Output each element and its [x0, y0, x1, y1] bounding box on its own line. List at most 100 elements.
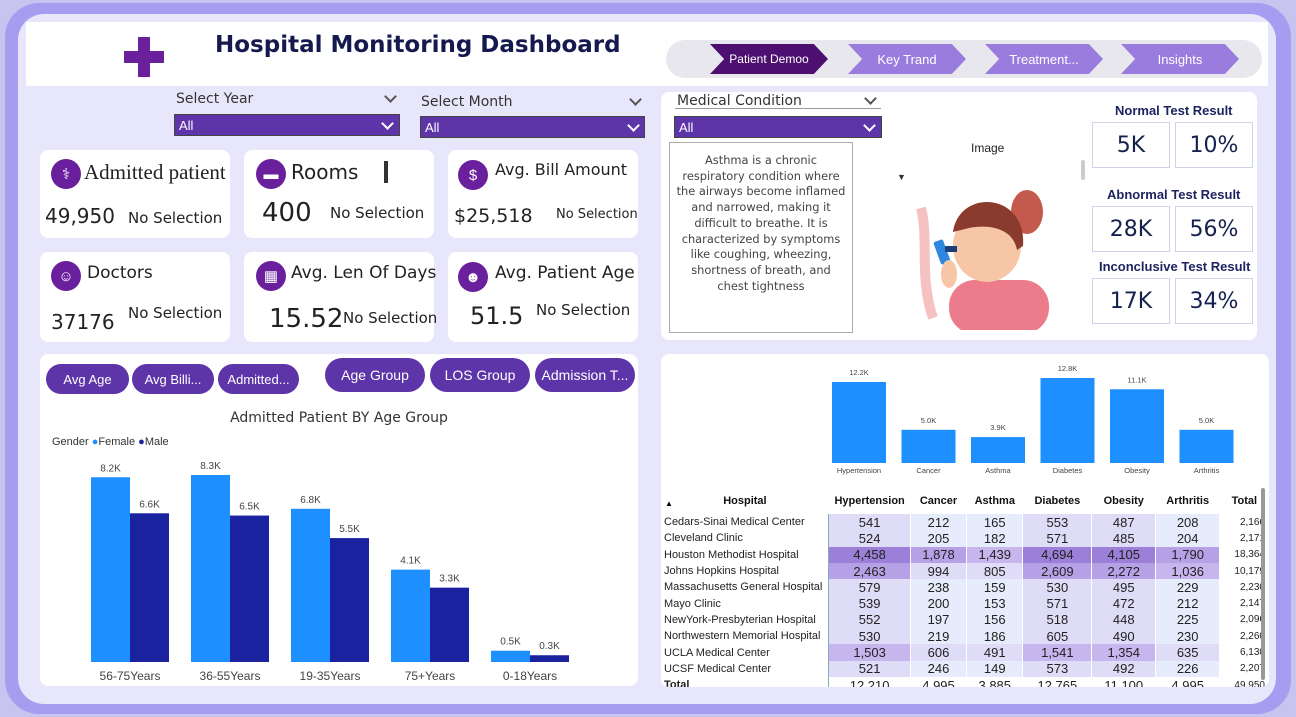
hospital-name: UCSF Medical Center	[661, 660, 830, 677]
hospital-matrix: ▲ Hospital Hypertension Cancer Asthma Diabet…	[661, 488, 1269, 687]
hospital-table: Hospital Hypertension Cancer Asthma Diabetes…	[661, 488, 1269, 687]
bar-male	[230, 515, 269, 662]
x-tick-label: Arthritis	[1194, 466, 1220, 475]
cell-value: 225	[1155, 611, 1221, 629]
cell-value: 229	[1155, 579, 1221, 596]
nav-insights[interactable]: Insights	[1121, 44, 1239, 74]
calendar-icon: ▦	[256, 261, 286, 291]
kpi-value: $25,518	[454, 205, 533, 227]
nav-treatment[interactable]: Treatment...	[985, 44, 1103, 74]
data-label: 3.9K	[990, 423, 1005, 432]
cell-value: 182	[966, 530, 1024, 547]
kpi-los-card: ▦ Avg. Len Of Days 15.52 No Selection	[244, 252, 437, 342]
table-row: Mayo Clinic 539 200 153 571 472 212 2,147	[661, 595, 1269, 612]
cell-value: 4,105	[1091, 546, 1157, 563]
cell-value: 200	[910, 595, 968, 612]
cell-value: 165	[966, 514, 1024, 531]
cell-value: 606	[910, 644, 968, 661]
month-filter-select[interactable]: All	[420, 116, 645, 138]
hospital-name: Total	[661, 676, 830, 687]
year-filter-select[interactable]: All	[174, 114, 400, 136]
cell-value: 186	[966, 628, 1024, 645]
x-tick-label: 0-18Years	[503, 669, 557, 683]
pill-admission-type[interactable]: Admission T...	[535, 358, 635, 392]
condition-filter-value: All	[679, 120, 694, 135]
bar	[1110, 389, 1164, 463]
table-total-row: Total 12,210 4,995 3,885 12,765 11,100 4,995 49…	[661, 676, 1269, 687]
cell-value: 579	[828, 579, 911, 596]
condition-filter-select[interactable]: All	[674, 116, 882, 138]
cell-value: 2,609	[1022, 562, 1093, 580]
caret-down-icon[interactable]: ▼	[897, 172, 906, 182]
chevron-down-icon[interactable]	[864, 92, 877, 105]
x-tick-label: 19-35Years	[300, 669, 361, 683]
column-header[interactable]: Diabetes	[1023, 488, 1092, 514]
condition-filter-label: Medical Condition	[677, 93, 802, 109]
cell-value: 212	[910, 514, 968, 531]
kpi-value: 49,950	[45, 204, 115, 228]
test-percent: 10%	[1175, 122, 1253, 168]
cell-value: 3,885	[966, 676, 1024, 687]
nav-key-trend[interactable]: Key Trand	[848, 44, 966, 74]
data-label: 5.0K	[1199, 416, 1214, 425]
cell-value: 4,995	[1155, 676, 1221, 687]
data-label: 11.1K	[1127, 375, 1146, 384]
kpi-rooms-card: ▬ Rooms 400 No Selection	[244, 150, 434, 238]
pill-avg-billing[interactable]: Avg Billi...	[132, 364, 214, 394]
chart-title: Admitted Patient BY Age Group	[230, 410, 448, 426]
condition-bar-chart: 12.2K Hypertension 5.0K Cancer 3.9K Asthma 12.…	[832, 364, 1234, 475]
cell-value: 208	[1155, 514, 1221, 531]
age-group-chart-card: Avg Age Avg Billi... Admitted... Age Gro…	[40, 354, 638, 686]
column-header[interactable]: Cancer	[910, 488, 966, 514]
cell-value: 490	[1091, 628, 1157, 645]
sort-arrow-icon[interactable]: ▲	[665, 499, 673, 508]
bar	[1179, 429, 1234, 463]
data-label: 12.8K	[1058, 364, 1078, 373]
scrollbar[interactable]	[1081, 160, 1085, 180]
data-label: 3.3K	[439, 574, 460, 585]
hospital-name: Mayo Clinic	[661, 595, 830, 612]
column-header[interactable]: Obesity	[1092, 488, 1156, 514]
bar	[1040, 378, 1095, 463]
table-row: UCSF Medical Center 521 246 149 573 492 226 2,2…	[661, 660, 1269, 677]
column-header[interactable]: Hypertension	[829, 488, 911, 514]
cell-value: 1,541	[1022, 644, 1093, 661]
data-label: 8.3K	[200, 461, 221, 472]
chevron-down-icon[interactable]	[384, 90, 397, 103]
x-tick-label: 75+Years	[405, 669, 456, 683]
divider	[675, 108, 881, 109]
kpi-value: 37176	[51, 310, 115, 334]
data-label: 5.5K	[339, 524, 360, 535]
nav-patient-demo[interactable]: Patient Demoo	[710, 44, 828, 74]
pill-los-group[interactable]: LOS Group	[430, 358, 530, 392]
data-label: 8.2K	[100, 463, 121, 474]
bar	[971, 437, 1025, 463]
x-tick-label: 56-75Years	[100, 669, 161, 683]
pill-admitted[interactable]: Admitted...	[218, 364, 299, 394]
cell-value: 472	[1091, 595, 1157, 612]
bed-icon: ▬	[256, 159, 286, 189]
bar-male	[530, 655, 569, 662]
test-count: 28K	[1092, 206, 1170, 252]
chevron-down-icon	[627, 119, 640, 132]
pill-age-group[interactable]: Age Group	[325, 358, 425, 392]
cell-value: 491	[966, 644, 1024, 661]
column-header[interactable]: Hospital	[661, 488, 829, 514]
cell-value: 12,765	[1022, 676, 1093, 687]
scrollbar[interactable]	[1261, 488, 1265, 680]
column-header[interactable]: Asthma	[967, 488, 1023, 514]
kpi-value: 51.5	[470, 302, 524, 330]
dashboard: Hospital Monitoring Dashboard Patient De…	[18, 14, 1276, 704]
bar	[901, 429, 956, 463]
hospital-name: Cleveland Clinic	[661, 530, 830, 547]
table-row: Massachusetts General Hospital 579 238 159 5…	[661, 579, 1269, 596]
column-header[interactable]: Arthritis	[1156, 488, 1220, 514]
chevron-down-icon[interactable]	[629, 93, 642, 106]
year-filter-value: All	[179, 118, 194, 133]
pill-avg-age[interactable]: Avg Age	[46, 364, 129, 394]
bar-female	[491, 650, 530, 662]
cell-value: 2,463	[828, 562, 911, 580]
data-label: 0.5K	[500, 637, 521, 648]
test-percent: 56%	[1175, 206, 1253, 252]
hospital-name: NewYork-Presbyterian Hospital	[661, 611, 830, 629]
